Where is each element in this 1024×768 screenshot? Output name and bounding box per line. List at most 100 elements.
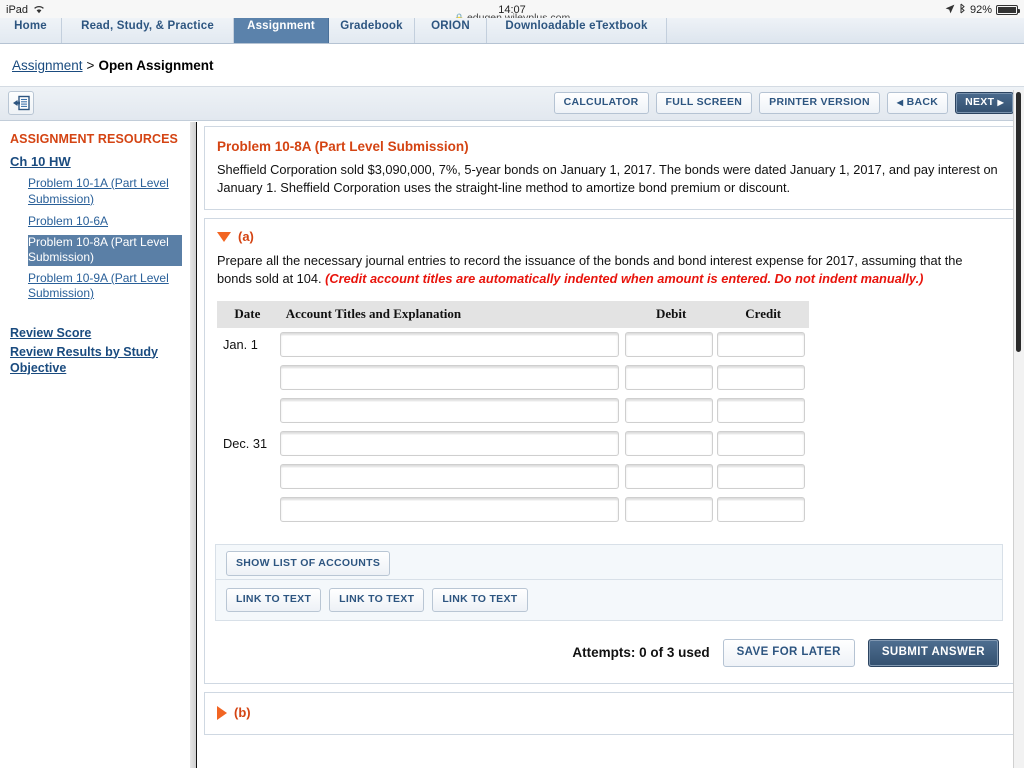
show-list-of-accounts-button[interactable]: SHOW LIST OF ACCOUNTS — [226, 551, 391, 576]
journal-entry-body: Jan. 1 Dec. 31 — [217, 328, 809, 526]
debit-input-row-5[interactable] — [624, 464, 713, 489]
tab-home[interactable]: Home — [0, 18, 62, 43]
calculator-button[interactable]: CALCULATOR — [553, 92, 649, 114]
sidebar-divider — [190, 122, 197, 768]
tab-gradebook[interactable]: Gradebook — [329, 18, 415, 43]
problem-description: Sheffield Corporation sold $3,090,000, 7… — [217, 162, 998, 195]
credit-input-row-1[interactable] — [717, 332, 806, 357]
sidebar-item-problem-10-1a[interactable]: Problem 10-1A (Part Level Submission) — [28, 176, 182, 207]
link-to-text-button-2[interactable]: LINK TO TEXT — [329, 588, 425, 612]
sidebar-title: ASSIGNMENT RESOURCES — [10, 132, 178, 146]
table-row — [217, 394, 809, 427]
account-input-row-5[interactable] — [279, 464, 619, 489]
link-to-text-row: LINK TO TEXT LINK TO TEXT LINK TO TEXT — [226, 588, 992, 612]
printer-version-button[interactable]: PRINTER VERSION — [759, 92, 880, 114]
part-b-label: (b) — [234, 705, 251, 720]
tab-read-study-practice[interactable]: Read, Study, & Practice — [62, 18, 234, 43]
row-date — [217, 460, 278, 493]
table-row — [217, 361, 809, 394]
sidebar-item-problem-10-8a[interactable]: Problem 10-8A (Part Level Submission) — [28, 234, 182, 266]
review-results-by-study-objective-link[interactable]: Review Results by Study Objective — [10, 344, 182, 376]
account-input-row-2[interactable] — [279, 365, 619, 390]
main-content: Problem 10-8A (Part Level Submission) Sh… — [204, 126, 1014, 768]
debit-input-row-3[interactable] — [624, 398, 713, 423]
breadcrumb-assignment-link[interactable]: Assignment — [12, 58, 83, 73]
account-input-row-6[interactable] — [279, 497, 619, 522]
part-a-label: (a) — [238, 229, 254, 244]
breadcrumb-separator: > — [86, 58, 95, 73]
column-header-date: Date — [217, 301, 278, 328]
credit-input-row-4[interactable] — [717, 431, 806, 456]
credit-input-row-6[interactable] — [717, 497, 806, 522]
row-date — [217, 361, 278, 394]
credit-input-row-5[interactable] — [717, 464, 806, 489]
credit-input-row-2[interactable] — [717, 365, 806, 390]
part-a-header[interactable]: (a) — [205, 219, 1013, 244]
part-b-header[interactable]: (b) — [205, 693, 1013, 734]
review-score-link[interactable]: Review Score — [10, 325, 182, 341]
journal-entry-table: Date Account Titles and Explanation Debi… — [217, 301, 809, 526]
table-row — [217, 493, 809, 526]
show-accounts-panel: SHOW LIST OF ACCOUNTS — [215, 544, 1003, 579]
credit-input-row-3[interactable] — [717, 398, 806, 423]
debit-input-row-6[interactable] — [624, 497, 713, 522]
debit-input-row-1[interactable] — [624, 332, 713, 357]
row-date — [217, 394, 278, 427]
back-caret-icon: ◀ — [896, 98, 904, 107]
sidebar-links: Review Score Review Results by Study Obj… — [10, 325, 182, 376]
problem-statement-card: Problem 10-8A (Part Level Submission) Sh… — [204, 126, 1014, 210]
attempts-counter: Attempts: 0 of 3 used — [572, 645, 710, 661]
sidebar-item-problem-10-6a[interactable]: Problem 10-6A — [28, 214, 108, 230]
column-header-debit: Debit — [624, 301, 718, 328]
row-date — [217, 493, 278, 526]
tab-downloadable-etextbook[interactable]: Downloadable eTextbook — [487, 18, 667, 43]
page-scrollbar-thumb — [1016, 92, 1021, 352]
back-label: BACK — [906, 96, 939, 108]
account-input-row-4[interactable] — [279, 431, 619, 456]
sidebar-item-problem-10-9a[interactable]: Problem 10-9A (Part Level Submission) — [28, 271, 182, 302]
account-input-row-3[interactable] — [279, 398, 619, 423]
collapse-panel-icon[interactable] — [8, 91, 34, 115]
column-header-credit: Credit — [717, 301, 809, 328]
part-b-header-inner[interactable]: (b) — [217, 705, 1001, 720]
table-header-row: Date Account Titles and Explanation Debi… — [217, 301, 809, 328]
submit-answer-button[interactable]: SUBMIT ANSWER — [867, 638, 999, 667]
part-a-instruction: Prepare all the necessary journal entrie… — [205, 244, 1013, 288]
row-date: Jan. 1 — [223, 337, 258, 352]
back-button[interactable]: ◀ BACK — [886, 92, 949, 114]
sidebar-problem-list: Problem 10-1A (Part Level Submission) Pr… — [28, 176, 182, 307]
next-button[interactable]: NEXT ▶ — [955, 92, 1014, 114]
page-title: Problem 10-8A (Part Level Submission) — [217, 139, 469, 154]
tab-assignment[interactable]: Assignment — [234, 18, 329, 43]
breadcrumb-current: Open Assignment — [98, 58, 214, 73]
next-label: NEXT — [965, 96, 995, 108]
full-screen-button[interactable]: FULL SCREEN — [655, 92, 753, 114]
page-scrollbar[interactable] — [1013, 90, 1024, 768]
main-nav-tabs: Home Read, Study, & Practice Assignment … — [0, 18, 1024, 44]
table-row — [217, 460, 809, 493]
assignment-resources-sidebar: ASSIGNMENT RESOURCES Ch 10 HW Problem 10… — [0, 122, 190, 768]
part-b-card: (b) — [204, 692, 1014, 735]
account-input-row-1[interactable] — [279, 332, 619, 357]
part-a-card: (a) Prepare all the necessary journal en… — [204, 218, 1014, 684]
part-a-instruction-emphasis: (Credit account titles are automatically… — [325, 271, 924, 286]
link-to-text-panel: LINK TO TEXT LINK TO TEXT LINK TO TEXT — [215, 579, 1003, 621]
chevron-down-icon[interactable] — [217, 231, 231, 242]
breadcrumb: Assignment > Open Assignment — [12, 58, 213, 73]
action-toolbar: CALCULATOR FULL SCREEN PRINTER VERSION ◀… — [0, 87, 1024, 121]
link-to-text-button-1[interactable]: LINK TO TEXT — [226, 588, 322, 612]
tab-orion[interactable]: ORION — [415, 18, 487, 43]
link-to-text-button-3[interactable]: LINK TO TEXT — [432, 588, 528, 612]
column-header-account: Account Titles and Explanation — [277, 301, 625, 328]
row-date: Dec. 31 — [223, 436, 268, 451]
table-row: Jan. 1 — [217, 328, 809, 361]
submission-row: Attempts: 0 of 3 used SAVE FOR LATER SUB… — [205, 621, 1013, 684]
table-row: Dec. 31 — [217, 427, 809, 460]
save-for-later-button[interactable]: SAVE FOR LATER — [722, 638, 855, 667]
debit-input-row-4[interactable] — [624, 431, 713, 456]
sidebar-group-ch10hw[interactable]: Ch 10 HW — [10, 154, 182, 169]
chevron-right-icon[interactable] — [217, 705, 227, 720]
next-caret-icon: ▶ — [997, 98, 1004, 107]
toolbar-buttons: CALCULATOR FULL SCREEN PRINTER VERSION ◀… — [553, 92, 1014, 114]
debit-input-row-2[interactable] — [624, 365, 713, 390]
